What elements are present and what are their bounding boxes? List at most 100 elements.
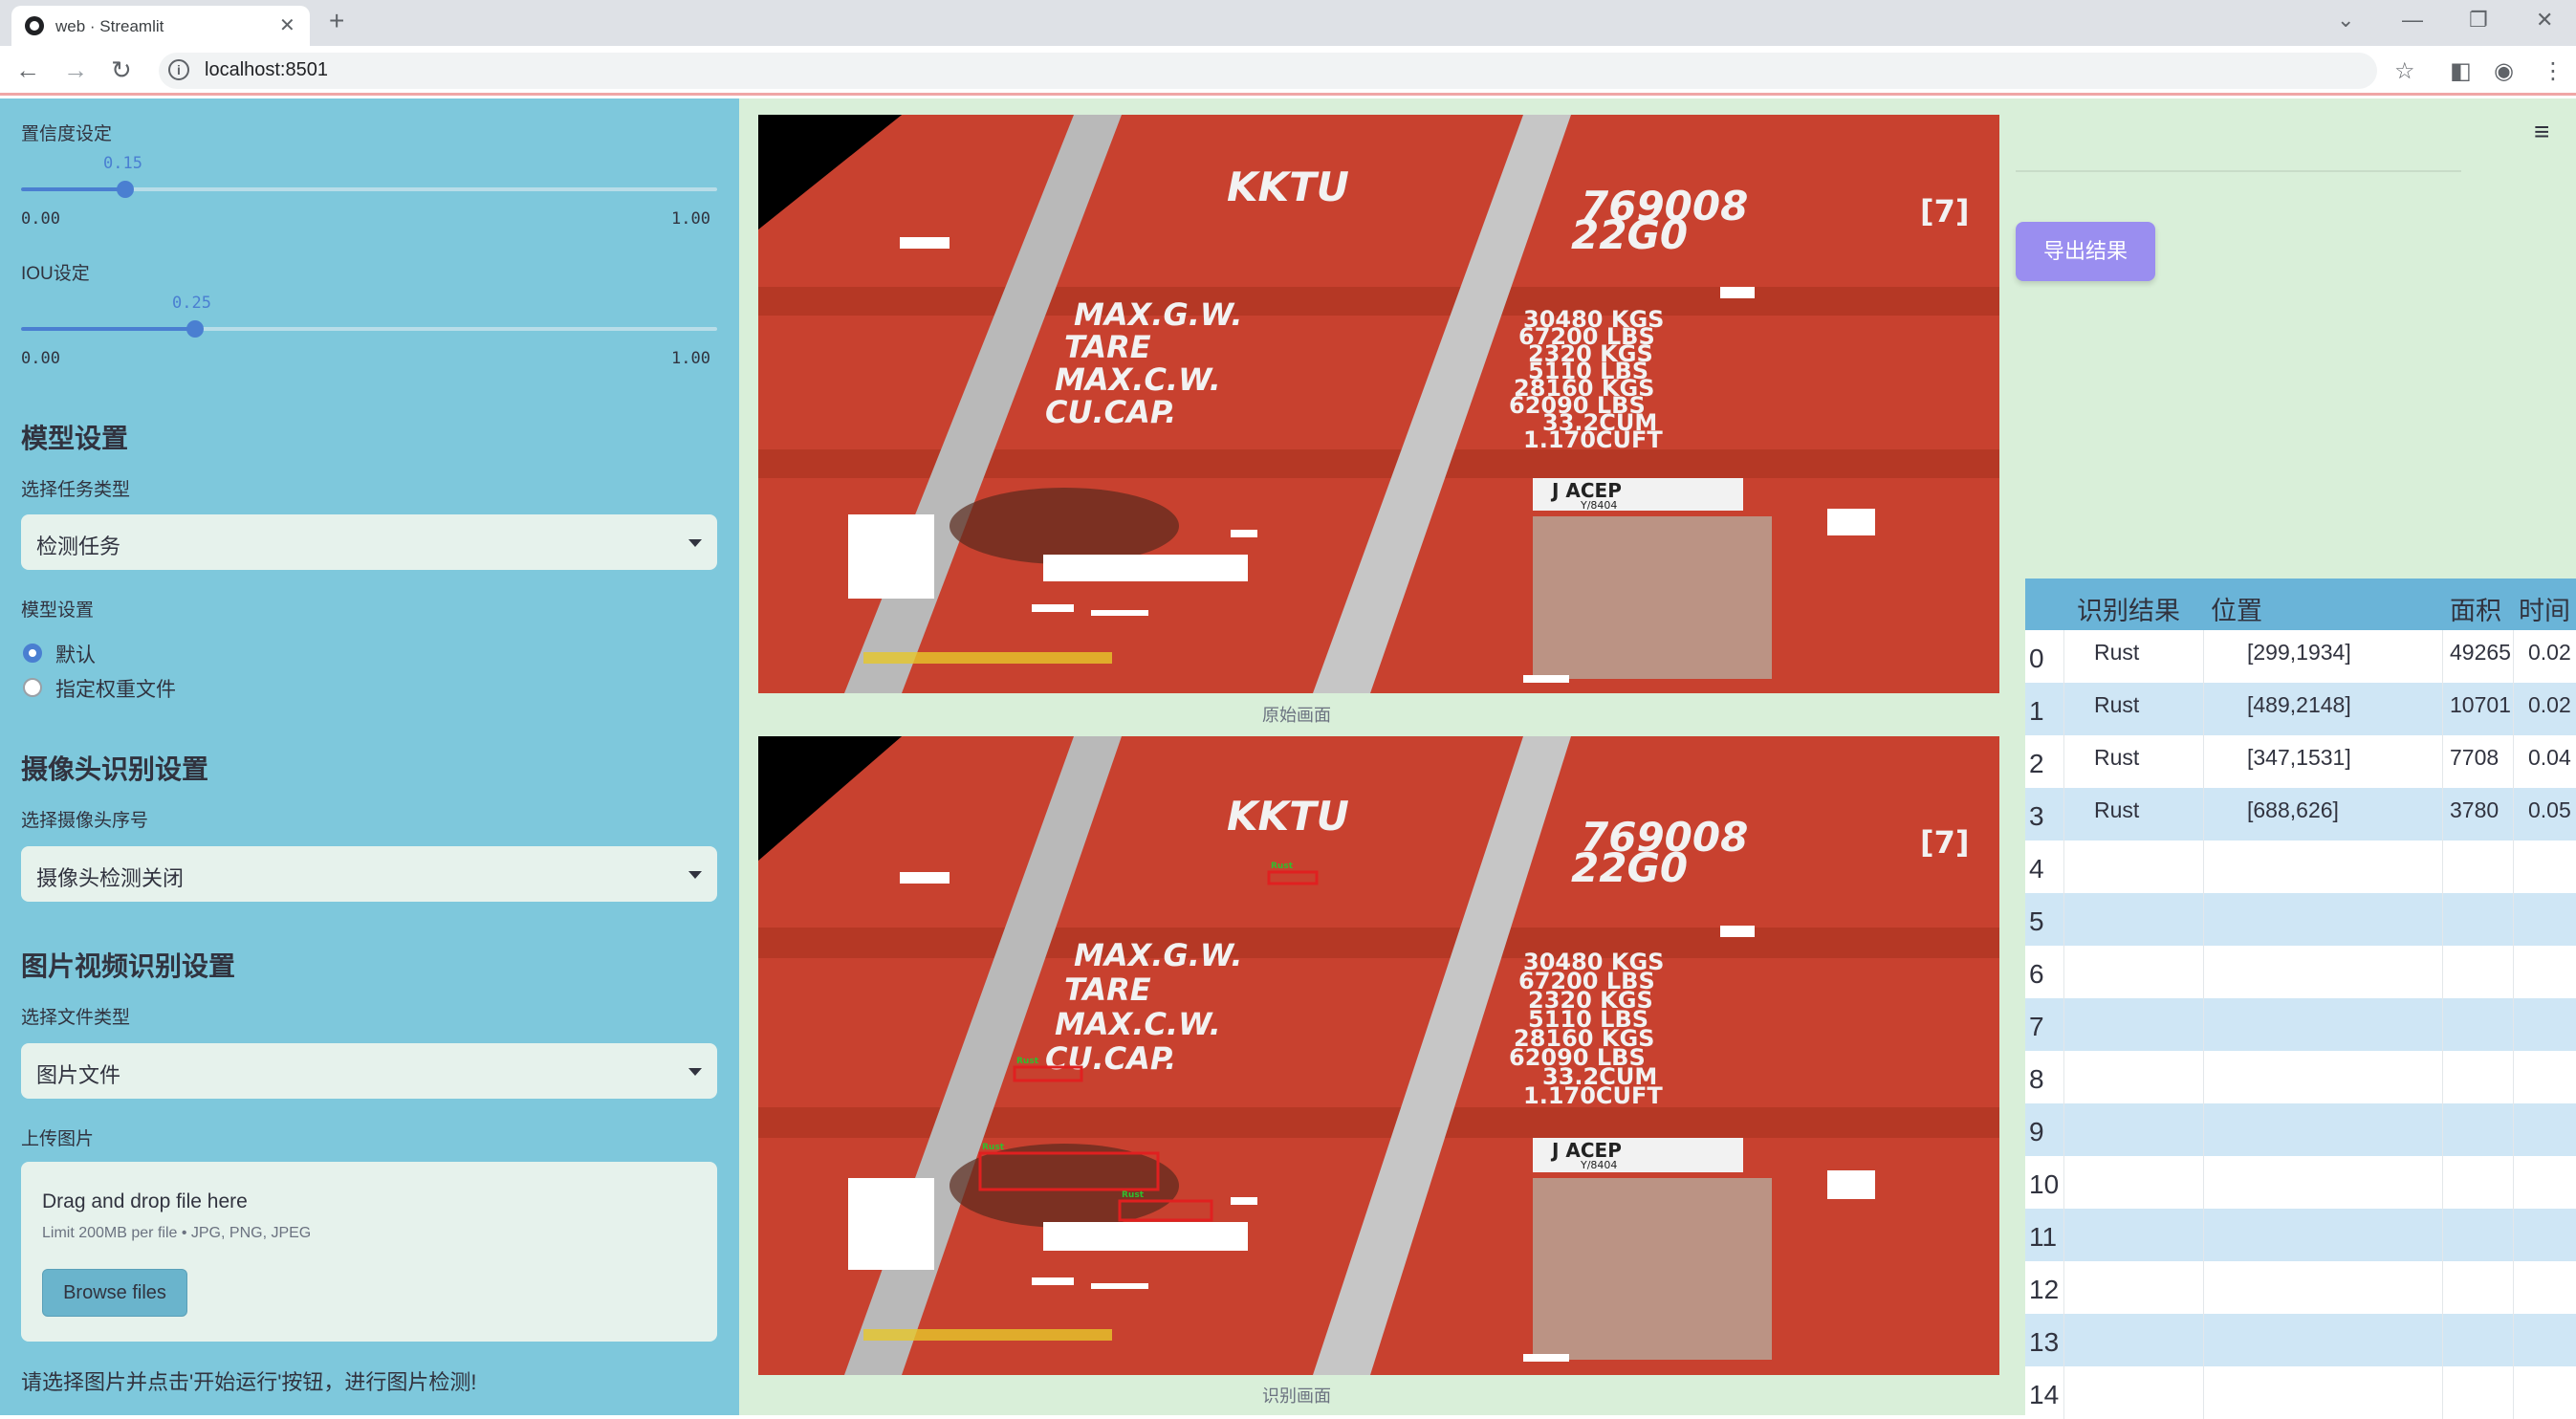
tab-close-icon[interactable]: ✕ [279,13,295,37]
cell-time: 0.02 [2528,640,2571,665]
camera-select[interactable]: 摄像头检测关闭 [21,846,717,902]
row-index: 7 [2029,1012,2044,1041]
iou-thumb[interactable] [186,320,204,338]
column-divider [2203,630,2204,683]
cell-position: [347,1531] [2247,745,2351,770]
close-window-icon[interactable]: ✕ [2536,8,2553,33]
det-text-right-7: 1.170CUFT [1523,1082,1663,1109]
column-divider [2063,1156,2064,1209]
confidence-label: 置信度设定 [21,124,113,144]
column-divider [2442,735,2443,788]
hamburger-menu-icon[interactable]: ≡ [2534,117,2549,147]
file-uploader[interactable]: Drag and drop file here Limit 200MB per … [21,1162,717,1342]
table-row[interactable]: 10 [2025,1156,2576,1209]
col-header-position[interactable]: 位置 [2211,590,2262,627]
column-divider [2063,683,2064,735]
column-divider [2203,893,2204,946]
table-row[interactable]: 3 Rust [688,626] 3780 0.05 [2025,788,2576,840]
det-text-plate-sub: Y/8404 [1580,1159,1617,1171]
cell-position: [688,626] [2247,797,2339,822]
profile-icon[interactable]: ◉ [2494,57,2514,85]
col-header-result[interactable]: 识别结果 [2077,590,2180,627]
browser-tabbar [0,0,2576,46]
col-header-area[interactable]: 面积 [2450,590,2501,627]
column-divider [2513,1051,2514,1103]
image-text-type: 22G0 [1571,211,1688,258]
row-index: 0 [2029,644,2044,673]
column-divider [2442,893,2443,946]
divider [2016,170,2461,172]
confidence-thumb[interactable] [117,181,134,198]
table-row[interactable]: 1 Rust [489,2148] 10701 0.02 [2025,683,2576,735]
column-divider [2513,840,2514,893]
new-tab-icon[interactable]: + [329,6,344,36]
media-heading: 图片视频识别设置 [21,951,236,981]
export-results-button[interactable]: 导出结果 [2016,222,2155,281]
column-divider [2063,1261,2064,1314]
radio-default[interactable] [23,644,42,663]
sidepanel-icon[interactable]: ◧ [2450,57,2472,85]
browser-tab[interactable]: web · Streamlit ✕ [11,6,310,46]
image-text-left-1: TARE [1064,329,1151,365]
table-row[interactable]: 7 [2025,998,2576,1051]
column-divider [2063,893,2064,946]
camera-label: 选择摄像头序号 [21,811,149,831]
filetype-label: 选择文件类型 [21,1008,131,1028]
column-divider [2442,946,2443,998]
confidence-min: 0.00 [21,209,60,229]
table-row[interactable]: 14 [2025,1366,2576,1419]
table-row[interactable]: 8 [2025,1051,2576,1103]
table-row[interactable]: 11 [2025,1209,2576,1261]
reload-icon[interactable]: ↻ [111,55,132,85]
table-row[interactable]: 6 [2025,946,2576,998]
det-text-left-0: MAX.G.W. [1074,937,1243,973]
forward-icon[interactable]: → [63,55,88,85]
row-index: 12 [2029,1275,2060,1304]
detection-image: KKTU 769008 [7] 22G0 MAX.G.W. TARE MAX.C… [758,736,1999,1375]
cell-result: Rust [2094,640,2140,665]
info-icon[interactable]: i [168,59,189,80]
column-divider [2442,788,2443,840]
row-index: 9 [2029,1117,2044,1146]
chevron-down-icon [688,1068,702,1076]
cell-area: 10701 [2450,692,2511,717]
det-text-type: 22G0 [1571,844,1688,891]
table-row[interactable]: 2 Rust [347,1531] 7708 0.04 [2025,735,2576,788]
table-row[interactable]: 5 [2025,893,2576,946]
restore-icon[interactable]: ❐ [2469,8,2488,33]
minimize-icon[interactable]: — [2402,8,2423,33]
back-icon[interactable]: ← [15,55,40,85]
upload-label: 上传图片 [21,1129,95,1149]
column-divider [2063,946,2064,998]
image-text-code: KKTU [1227,164,1349,210]
cell-time: 0.02 [2528,692,2571,717]
radio-custom-weights[interactable] [23,678,42,697]
table-row[interactable]: 4 [2025,840,2576,893]
camera-heading: 摄像头识别设置 [21,754,209,784]
row-index: 11 [2029,1222,2058,1252]
address-bar[interactable] [159,53,2377,89]
column-divider [2513,893,2514,946]
row-index: 5 [2029,906,2044,936]
chevron-down-icon [688,871,702,879]
task-select[interactable]: 检测任务 [21,514,717,570]
column-divider [2063,630,2064,683]
browse-files-button[interactable]: Browse files [42,1269,187,1317]
column-divider [2063,1209,2064,1261]
image-text-left-0: MAX.G.W. [1074,296,1243,333]
column-divider [2203,1261,2204,1314]
table-row[interactable]: 9 [2025,1103,2576,1156]
star-icon[interactable]: ☆ [2394,57,2415,85]
cell-result: Rust [2094,692,2140,717]
column-divider [2513,630,2514,683]
column-divider [2442,1156,2443,1209]
url-text[interactable]: localhost:8501 [205,59,328,81]
filetype-select[interactable]: 图片文件 [21,1043,717,1099]
tab-search-icon[interactable]: ⌄ [2337,8,2354,33]
table-row[interactable]: 12 [2025,1261,2576,1314]
table-row[interactable]: 13 [2025,1314,2576,1366]
column-divider [2063,788,2064,840]
kebab-icon[interactable]: ⋮ [2542,57,2565,85]
col-header-time[interactable]: 时间 [2519,590,2570,627]
table-row[interactable]: 0 Rust [299,1934] 49265 0.02 [2025,630,2576,683]
